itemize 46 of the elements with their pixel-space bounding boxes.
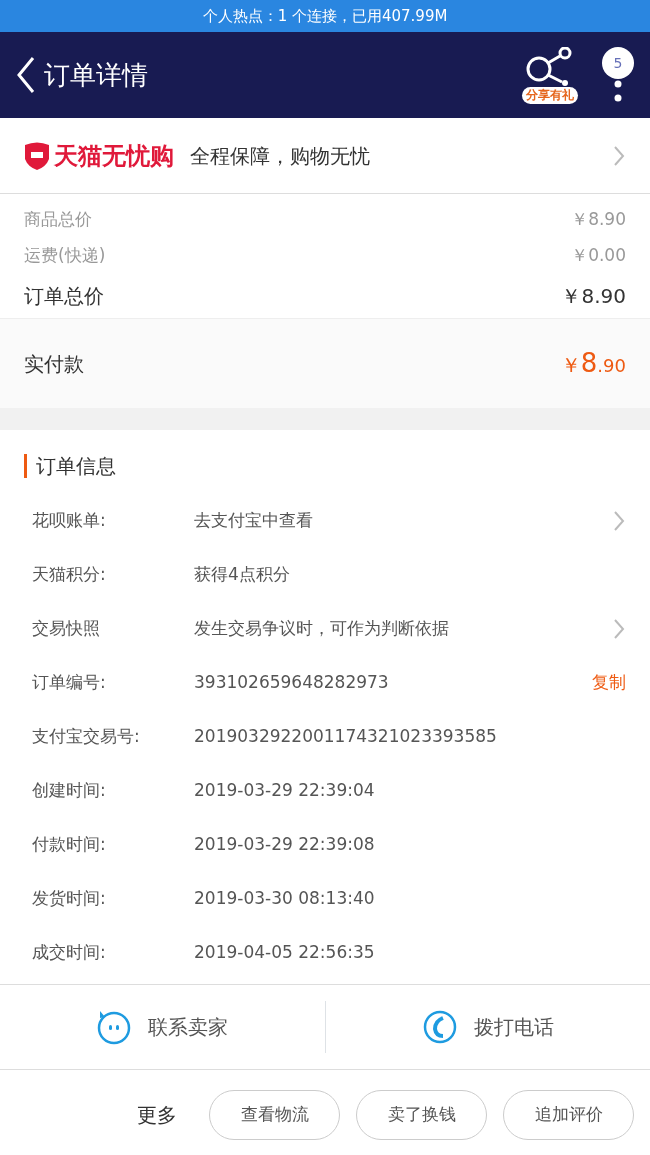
slogan-text: 全程保障，购物无忧: [190, 142, 371, 170]
count-badge: 5: [602, 47, 634, 79]
chevron-right-icon[interactable]: [612, 509, 626, 533]
price-value: ￥0.00: [571, 244, 626, 268]
price-label: 商品总价: [24, 208, 92, 232]
info-label: 付款时间:: [32, 833, 107, 857]
shield-icon: [24, 140, 50, 171]
action-button[interactable]: 卖了换钱: [356, 1090, 487, 1140]
info-value: 2019-03-30 08:13:40: [194, 887, 376, 911]
info-label: 成交时间:: [32, 941, 107, 965]
section-title: 订单信息: [24, 454, 626, 478]
info-label: 天猫积分:: [32, 563, 107, 587]
price-label: 运费(快递): [24, 244, 106, 268]
price-value: ￥8.90: [561, 283, 626, 310]
action-label[interactable]: 拨打电话: [473, 1012, 554, 1042]
info-label: 花呗账单:: [32, 509, 107, 533]
info-label: 支付宝交易号:: [32, 725, 141, 749]
paid-amount: ￥8.90: [560, 347, 626, 380]
info-value: 去支付宝中查看: [194, 509, 314, 533]
info-label: 交易快照: [32, 617, 101, 641]
paid-label: 实付款: [24, 350, 84, 378]
info-value: 2019-04-05 22:56:35: [194, 941, 376, 965]
price-label: 订单总价: [24, 283, 104, 310]
info-value: 获得4点积分: [194, 563, 291, 587]
info-label: 发货时间:: [32, 887, 107, 911]
info-value: 发生交易争议时，可作为判断依据: [194, 617, 450, 641]
back-icon[interactable]: [16, 56, 36, 94]
info-label: 订单编号:: [32, 671, 107, 695]
status-text: 个人热点：1 个连接，已用407.99M: [202, 5, 448, 27]
more-label: 更多: [137, 1102, 177, 1129]
brand-name: 天猫无忧购: [54, 140, 174, 172]
action-label[interactable]: 联系卖家: [148, 1012, 229, 1042]
action-button[interactable]: 查看物流: [209, 1090, 340, 1140]
info-label: 创建时间:: [32, 779, 107, 803]
action-button[interactable]: 追加评价: [503, 1090, 634, 1140]
page-title: 订单详情: [44, 58, 149, 92]
info-value: 2019032922001174321023393585: [194, 725, 498, 749]
info-value: 2019-03-29 22:39:08: [194, 833, 376, 857]
more-icon[interactable]: [614, 79, 622, 103]
chevron-right-icon[interactable]: [612, 617, 626, 641]
info-value: 2019-03-29 22:39:04: [194, 779, 376, 803]
info-value: 393102659648282973: [194, 671, 390, 695]
phone-icon[interactable]: [421, 1009, 458, 1045]
chat-face-icon[interactable]: [96, 1009, 133, 1045]
copy-link[interactable]: 复制: [592, 670, 626, 696]
price-value: ￥8.90: [571, 208, 626, 232]
